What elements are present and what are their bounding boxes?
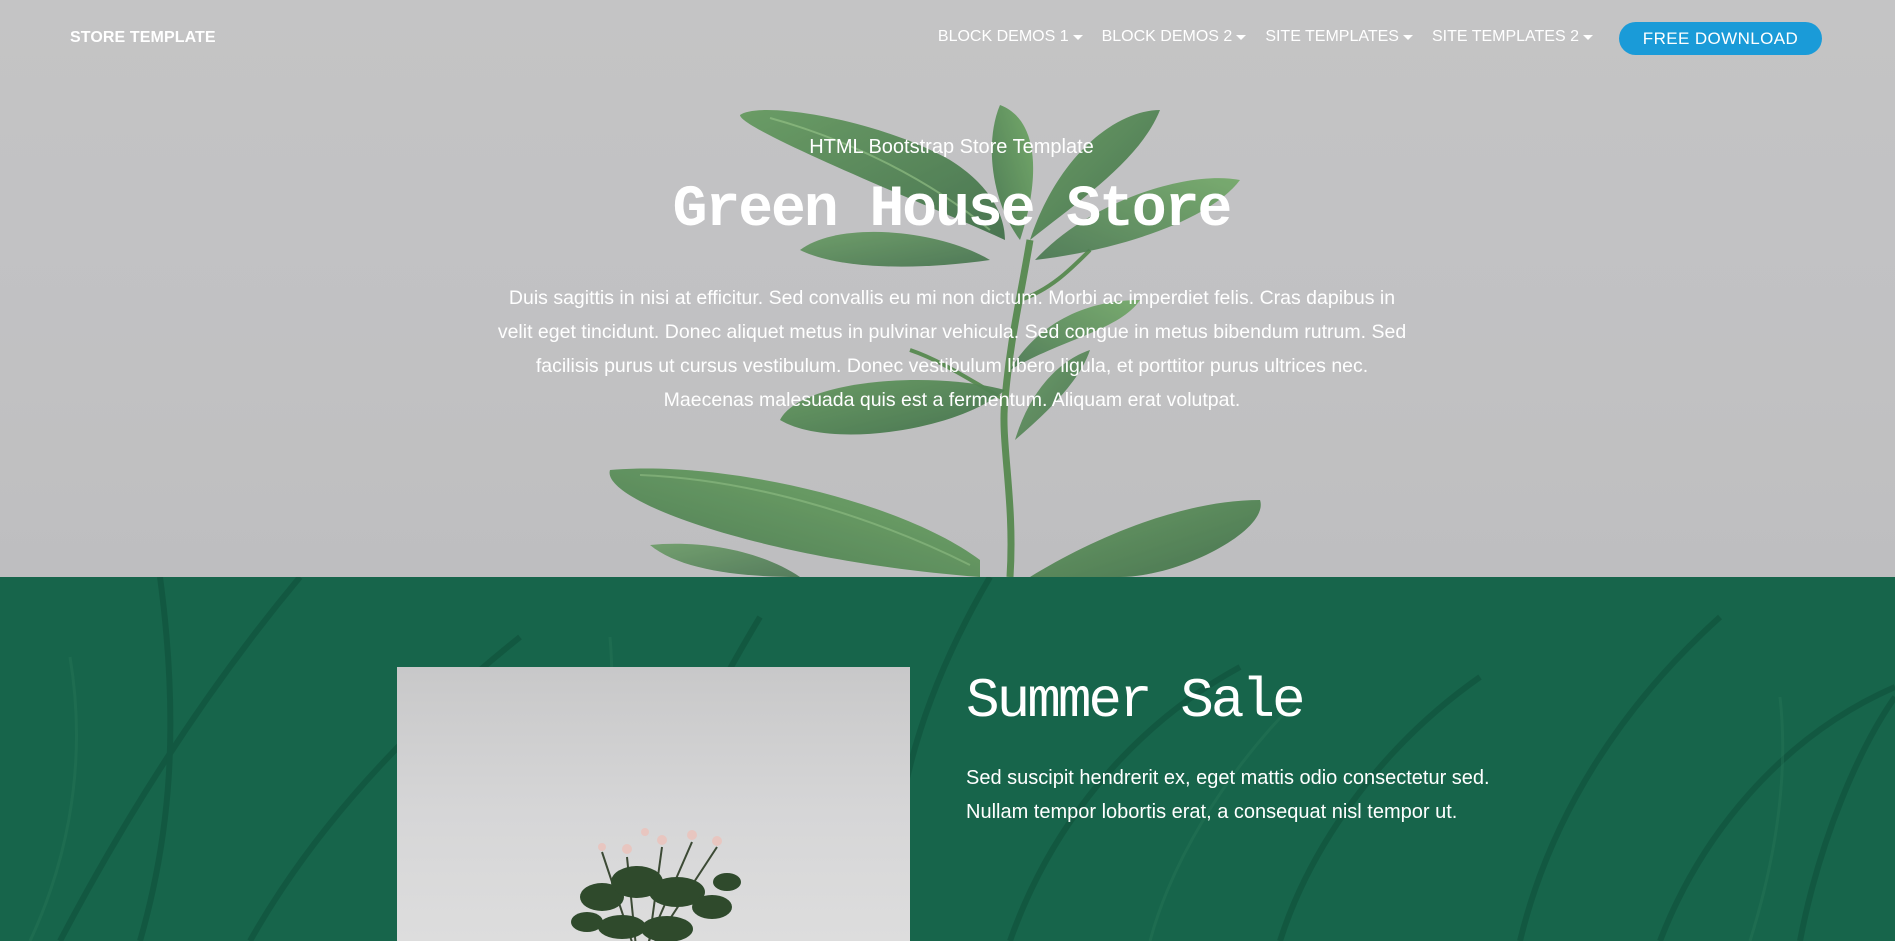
nav-item-block-demos-2[interactable]: BLOCK DEMOS 2	[1102, 28, 1247, 46]
nav-item-label: BLOCK DEMOS 2	[1101, 28, 1233, 45]
hero-description: Duis sagittis in nisi at efficitur. Sed …	[497, 287, 1407, 411]
nav-item-label: SITE TEMPLATES 2	[1431, 28, 1579, 45]
nav-item-label: BLOCK DEMOS 1	[937, 28, 1069, 45]
hero-title: Green House Store	[672, 178, 1233, 243]
nav-item-site-templates[interactable]: SITE TEMPLATES	[1265, 28, 1413, 46]
sale-description: Sed suscipit hendrerit ex, eget mattis o…	[966, 767, 1490, 823]
hero-section: STORE TEMPLATE BLOCK DEMOS 1 BLOCK DEMOS…	[0, 0, 1895, 577]
grass-background-image	[28, 577, 1895, 941]
caret-down-icon	[1402, 35, 1413, 40]
nav-item-label: SITE TEMPLATES	[1265, 28, 1399, 45]
brand-logo[interactable]: STORE TEMPLATE	[70, 29, 216, 47]
caret-down-icon	[1072, 35, 1083, 40]
nav-item-block-demos-1[interactable]: BLOCK DEMOS 1	[938, 28, 1083, 46]
hero-subtitle: HTML Bootstrap Store Template	[809, 136, 1094, 158]
nav-menu: BLOCK DEMOS 1 BLOCK DEMOS 2 SITE TEMPLAT…	[938, 28, 1593, 46]
caret-down-icon	[1583, 35, 1593, 40]
free-download-button[interactable]: FREE DOWNLOAD	[1619, 22, 1822, 55]
nav-item-site-templates-2[interactable]: SITE TEMPLATES 2	[1432, 28, 1593, 46]
sale-heading: Summer Sale	[966, 669, 1306, 733]
sale-product-image	[397, 667, 910, 941]
summer-sale-section: Summer Sale Sed suscipit hendrerit ex, e…	[0, 577, 1895, 941]
top-navbar: STORE TEMPLATE BLOCK DEMOS 1 BLOCK DEMOS…	[0, 0, 1895, 76]
caret-down-icon	[1236, 35, 1247, 40]
